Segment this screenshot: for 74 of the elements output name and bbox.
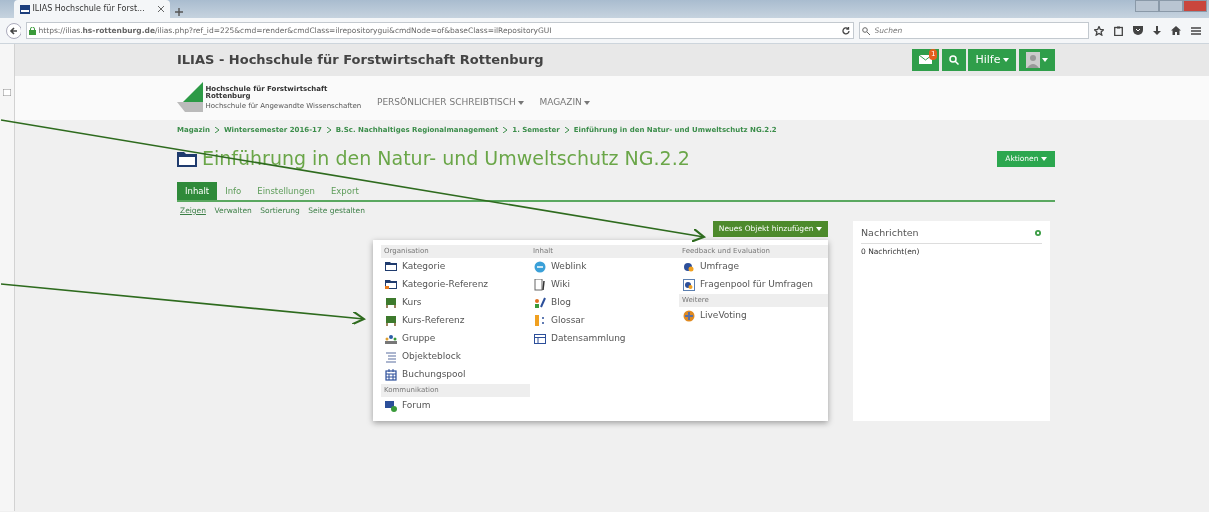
settings-icon[interactable] <box>1034 229 1042 238</box>
menu-item[interactable]: Glossar <box>530 311 679 330</box>
main-menu-item[interactable]: MAGAZIN <box>539 96 591 110</box>
panel-title: Nachrichten <box>861 226 919 240</box>
menu-item[interactable]: Datensammlung <box>530 329 679 348</box>
menu-item[interactable]: Kategorie-Referenz <box>381 275 530 294</box>
caret-icon <box>1042 58 1048 62</box>
menu-item[interactable]: Wiki <box>530 275 679 294</box>
list-icon <box>385 350 397 363</box>
caret-icon <box>584 101 591 105</box>
clipboard-icon[interactable] <box>1113 25 1123 36</box>
chevron-icon <box>503 127 508 134</box>
chat-icon <box>385 399 397 412</box>
folder-icon <box>177 150 197 167</box>
blog-icon <box>534 296 546 309</box>
caret-icon <box>518 101 525 105</box>
glossary-icon <box>534 314 546 327</box>
site-icon <box>20 4 30 14</box>
menu-item[interactable]: Kurs <box>381 293 530 312</box>
page-icon <box>534 278 546 291</box>
user-menu-button[interactable] <box>1018 49 1055 71</box>
tab-title: ILIAS Hochschule für Forst... <box>32 3 145 15</box>
table-icon <box>534 332 546 345</box>
menu-item[interactable]: Fragenpool für Umfragen <box>679 275 828 294</box>
menu-item[interactable]: LiveVoting <box>679 306 828 325</box>
caret-icon <box>1003 58 1009 62</box>
menu-item[interactable]: Weblink <box>530 257 679 276</box>
board-icon <box>385 296 397 309</box>
menu-item[interactable]: Kurs-Referenz <box>381 311 530 330</box>
globe-icon <box>534 260 546 273</box>
home-icon[interactable] <box>1170 26 1181 35</box>
menu-item[interactable]: Buchungspool <box>381 365 530 384</box>
main-menu-item[interactable]: PERSÖNLICHER SCHREIBTISCH <box>377 96 525 110</box>
folder-icon <box>385 260 397 273</box>
search-icon <box>862 26 870 35</box>
tab[interactable]: Info <box>217 181 250 201</box>
menu-item[interactable]: Umfrage <box>679 257 828 276</box>
help-button[interactable]: Hilfe <box>968 49 1016 71</box>
tab[interactable]: Export <box>322 181 367 201</box>
browser-tab[interactable]: ILIAS Hochschule für Forst... <box>14 0 170 18</box>
menu-item[interactable]: Gruppe <box>381 329 530 348</box>
people-icon <box>385 332 397 345</box>
new-tab-icon[interactable] <box>175 7 183 16</box>
menu-item[interactable]: Objekteblock <box>381 347 530 366</box>
download-icon[interactable] <box>1152 25 1161 36</box>
avatar-icon <box>1025 52 1040 68</box>
menu-item[interactable]: Kategorie <box>381 257 530 276</box>
menu-icon[interactable] <box>1190 26 1201 35</box>
folder-icon <box>385 278 397 291</box>
reload-icon[interactable] <box>842 26 850 35</box>
board-icon <box>385 314 397 327</box>
chevron-icon <box>326 127 331 134</box>
survey-icon <box>683 278 695 291</box>
bookmark-star-icon[interactable] <box>1093 25 1104 36</box>
lock-icon <box>29 26 36 35</box>
sidebar-toggle-icon[interactable] <box>2 89 11 96</box>
calendar-icon <box>385 368 397 381</box>
survey-icon <box>683 260 695 273</box>
menu-item[interactable]: Blog <box>530 293 679 312</box>
search-icon <box>948 54 959 65</box>
close-icon[interactable] <box>158 6 164 12</box>
menu-item[interactable]: Forum <box>381 396 530 415</box>
tab[interactable]: Einstellungen <box>249 181 323 201</box>
tab[interactable]: Inhalt <box>177 181 218 201</box>
site-title: ILIAS - Hochschule für Forstwirtschaft Rottenburg <box>177 51 544 70</box>
pocket-icon[interactable] <box>1132 26 1143 35</box>
search-button[interactable] <box>941 49 966 71</box>
voting-icon <box>683 309 695 322</box>
caret-icon <box>1041 156 1047 161</box>
back-icon[interactable] <box>6 22 21 39</box>
caret-icon <box>816 227 822 231</box>
chevron-icon <box>214 127 219 134</box>
logo-icon <box>177 82 203 114</box>
chevron-icon <box>564 127 569 134</box>
